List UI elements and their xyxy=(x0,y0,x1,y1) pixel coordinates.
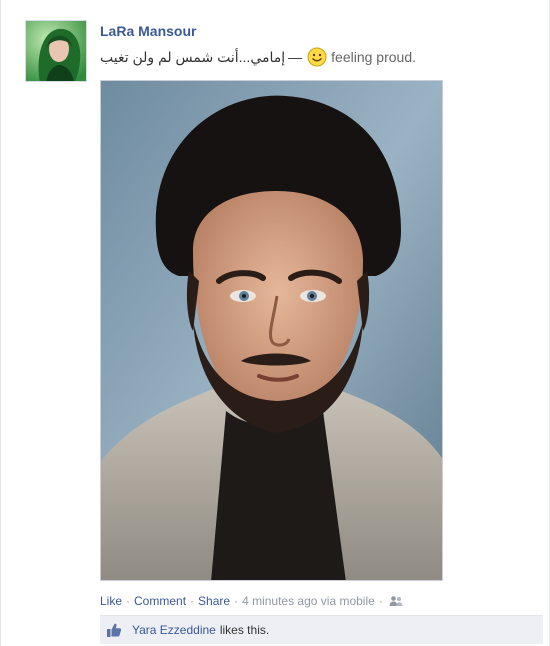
separator: · xyxy=(378,594,383,608)
feeling-label: feeling proud. xyxy=(331,49,416,65)
comment-link[interactable]: Comment xyxy=(134,594,186,608)
post-photo[interactable] xyxy=(100,80,443,581)
portrait-image xyxy=(101,81,442,580)
story-actions: Like · Comment · Share · 4 minutes ago v… xyxy=(100,594,403,608)
avatar-image xyxy=(26,21,86,81)
separator: · xyxy=(234,594,239,608)
thumbs-up-icon xyxy=(107,623,122,637)
smiley-face-icon xyxy=(307,47,327,67)
separator: · xyxy=(126,594,131,608)
author-name-link[interactable]: LaRa Mansour xyxy=(100,23,196,39)
feed-story: LaRa Mansour إمامي...أنت شمس لم ولن تغيب… xyxy=(0,0,550,646)
likes-summary: Yara Ezzeddine likes this. xyxy=(100,615,543,644)
likes-suffix: likes this. xyxy=(219,623,270,637)
like-link[interactable]: Like xyxy=(100,594,122,608)
status-dash: — xyxy=(288,49,303,65)
status-message: إمامي...أنت شمس لم ولن تغيب xyxy=(100,48,286,65)
timestamp[interactable]: 4 minutes ago via mobile xyxy=(242,594,375,608)
author-profile-picture[interactable] xyxy=(25,20,87,82)
liker-name-link[interactable]: Yara Ezzeddine xyxy=(132,623,216,637)
share-link[interactable]: Share xyxy=(198,594,230,608)
separator: · xyxy=(190,594,195,608)
friends-icon[interactable] xyxy=(389,595,403,607)
status-text: إمامي...أنت شمس لم ولن تغيب — feeling pr… xyxy=(100,47,416,67)
